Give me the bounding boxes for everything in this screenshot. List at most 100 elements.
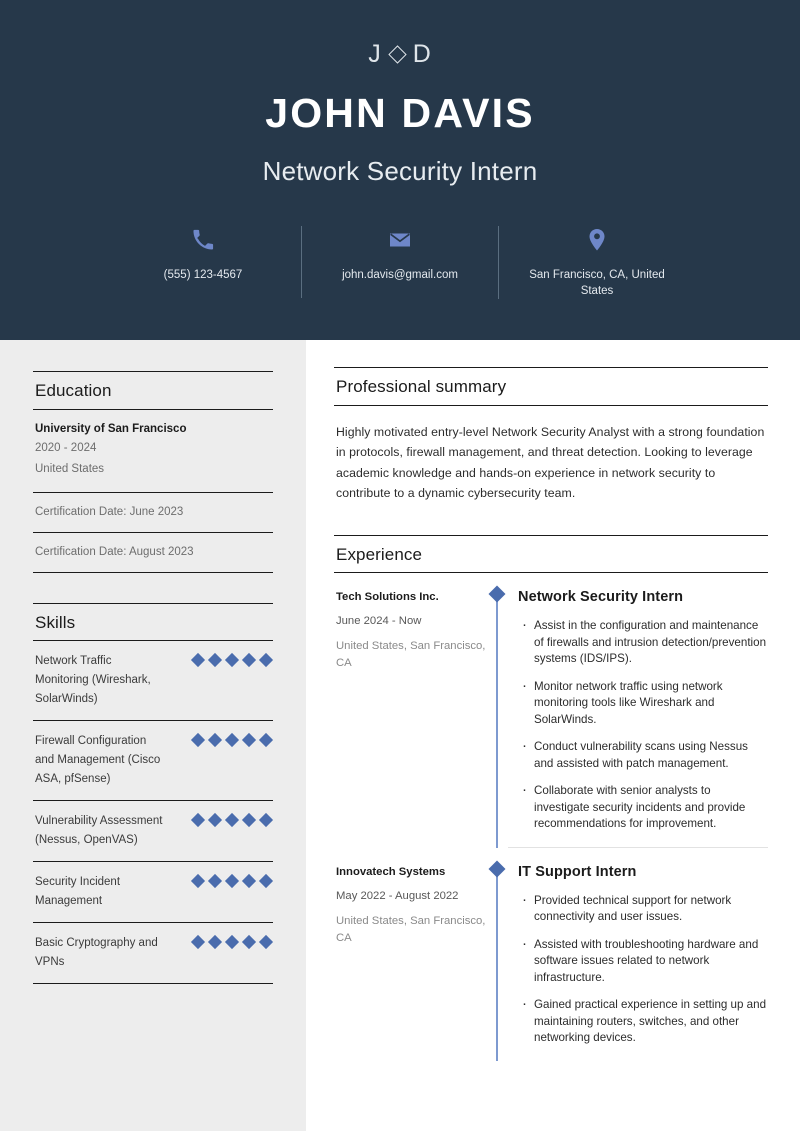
experience-bullet: Gained practical experience in setting u… (522, 996, 768, 1047)
experience-meta: Innovatech Systems May 2022 - August 202… (334, 863, 486, 1061)
rating-diamond-icon (224, 813, 240, 828)
contact-phone[interactable]: (555) 123-4567 (105, 226, 301, 298)
summary-section-header: Professional summary (334, 367, 768, 406)
skill-label: Network Traffic Monitoring (Wireshark, S… (35, 655, 151, 706)
timeline-diamond-icon (488, 585, 506, 603)
experience-dates: June 2024 - Now (336, 615, 422, 628)
experience-company: Innovatech Systems (336, 865, 446, 878)
rating-diamond-icon (241, 813, 257, 828)
experience-section: Experience Tech Solutions Inc. June 2024… (334, 504, 768, 1061)
skill-row: Security Incident Management (33, 862, 274, 924)
skill-rating (190, 732, 274, 748)
experience-location: United States, San Francisco, CA (336, 914, 486, 944)
rating-diamond-icon (207, 813, 223, 828)
experience-item: Tech Solutions Inc. June 2024 - Now Unit… (334, 585, 768, 848)
rating-diamond-icon (207, 935, 223, 950)
skill-label: Basic Cryptography and VPNs (35, 937, 158, 969)
contact-email-text: john.davis@gmail.com (342, 269, 458, 281)
skill-rating (190, 812, 274, 828)
monogram-initial-left: J (368, 40, 382, 68)
timeline-line (496, 869, 498, 1061)
resume-page: J D JOHN DAVIS Network Security Intern (… (0, 0, 800, 1131)
skill-row: Firewall Configuration and Management (C… (33, 721, 274, 802)
experience-bullets: Assist in the configuration and maintena… (518, 617, 768, 833)
skill-label: Firewall Configuration and Management (C… (35, 735, 161, 786)
education-heading: Education (35, 381, 112, 400)
diamond-outline-icon (388, 45, 407, 64)
rating-diamond-icon (190, 874, 206, 889)
timeline-marker (486, 860, 508, 1061)
rating-diamond-icon (241, 653, 257, 668)
sidebar: Education University of San Francisco 20… (0, 340, 306, 1131)
experience-bullet: Assist in the configuration and maintena… (522, 617, 768, 668)
skill-row: Network Traffic Monitoring (Wireshark, S… (33, 641, 274, 722)
rating-diamond-icon (241, 874, 257, 889)
contact-location[interactable]: San Francisco, CA, United States (498, 226, 695, 299)
rating-diamond-icon (190, 653, 206, 668)
rating-diamond-icon (241, 935, 257, 950)
experience-section-header: Experience (334, 534, 768, 574)
skill-label: Security Incident Management (35, 876, 121, 908)
skill-rating (190, 873, 274, 889)
experience-company: Tech Solutions Inc. (336, 591, 439, 604)
experience-bullet: Collaborate with senior analysts to inve… (522, 782, 768, 833)
rating-diamond-icon (207, 874, 223, 889)
rating-diamond-icon (224, 935, 240, 950)
phone-icon (192, 226, 214, 254)
rating-diamond-icon (207, 653, 223, 668)
rating-diamond-icon (224, 733, 240, 748)
job-title: Network Security Intern (262, 156, 538, 186)
education-dates: 2020 - 2024 (35, 441, 97, 454)
rating-diamond-icon (190, 733, 206, 748)
timeline-line (496, 595, 498, 848)
education-section-header: Education (33, 371, 273, 410)
rating-diamond-icon (190, 935, 206, 950)
experience-detail: IT Support Intern Provided technical sup… (508, 863, 768, 1061)
rating-diamond-icon (258, 935, 274, 950)
experience-dates: May 2022 - August 2022 (336, 889, 459, 902)
experience-role: Network Security Intern (518, 589, 684, 606)
skill-rating (190, 652, 274, 668)
main-column: Professional summary Highly motivated en… (306, 340, 800, 1131)
skill-rating (190, 934, 274, 950)
rating-diamond-icon (258, 653, 274, 668)
education-location: United States (35, 462, 105, 475)
experience-heading: Experience (336, 544, 423, 564)
summary-section: Professional summary Highly motivated en… (334, 340, 768, 504)
education-school: University of San Francisco (35, 422, 187, 435)
experience-bullet: Provided technical support for network c… (522, 892, 768, 926)
timeline-marker (486, 585, 508, 848)
contact-phone-text: (555) 123-4567 (163, 269, 243, 281)
experience-bullet: Conduct vulnerability scans using Nessus… (522, 738, 768, 772)
certification-date: Certification Date: August 2023 (35, 545, 194, 558)
experience-meta: Tech Solutions Inc. June 2024 - Now Unit… (334, 588, 486, 848)
contact-email[interactable]: john.davis@gmail.com (301, 226, 498, 298)
rating-diamond-icon (224, 874, 240, 889)
monogram-logo: J D (368, 42, 432, 67)
experience-bullet: Monitor network traffic using network mo… (522, 678, 768, 729)
contact-location-text: San Francisco, CA, United States (529, 269, 665, 297)
rating-diamond-icon (258, 733, 274, 748)
skill-row: Basic Cryptography and VPNs (33, 923, 274, 985)
page-title: JOHN DAVIS (265, 90, 535, 136)
rating-diamond-icon (207, 733, 223, 748)
location-pin-icon (587, 226, 607, 254)
monogram-initial-right: D (412, 40, 432, 68)
rating-diamond-icon (258, 813, 274, 828)
skills-section: Skills Network Traffic Monitoring (Wires… (33, 573, 274, 985)
rating-diamond-icon (190, 813, 206, 828)
rating-diamond-icon (224, 653, 240, 668)
experience-bullets: Provided technical support for network c… (518, 892, 768, 1047)
certification-date: Certification Date: June 2023 (35, 505, 184, 518)
timeline-diamond-icon (488, 860, 506, 878)
rating-diamond-icon (258, 874, 274, 889)
education-item: University of San Francisco 2020 - 2024 … (33, 410, 273, 493)
skills-section-header: Skills (33, 602, 273, 642)
skills-heading: Skills (35, 612, 76, 632)
certification-item: Certification Date: June 2023 (33, 493, 273, 533)
skill-row: Vulnerability Assessment (Nessus, OpenVA… (33, 801, 274, 863)
rating-diamond-icon (241, 733, 257, 748)
experience-role: IT Support Intern (518, 863, 637, 880)
experience-location: United States, San Francisco, CA (336, 640, 486, 670)
experience-detail: Network Security Intern Assist in the co… (508, 588, 768, 848)
